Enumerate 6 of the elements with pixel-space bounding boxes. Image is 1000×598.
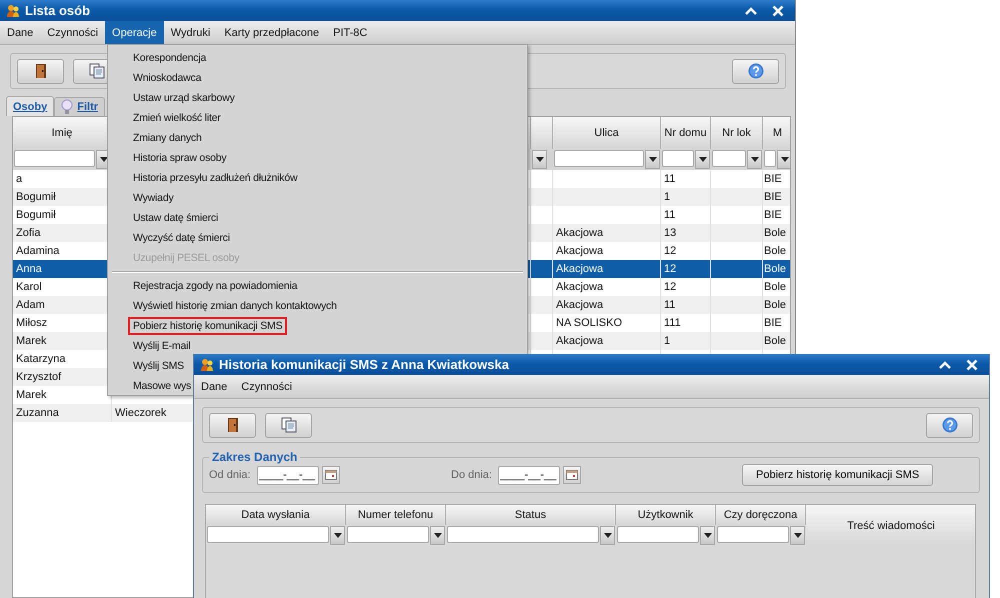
window-title: Lista osób — [25, 3, 90, 18]
table-cell: Zuzanna — [13, 404, 112, 422]
window-title: Historia komunikacji SMS z Anna Kwiatkowska — [219, 357, 509, 372]
field-label: Od dnia: — [209, 469, 251, 481]
field-label: Do dnia: — [451, 469, 492, 481]
group-title: Zakres Danych — [211, 450, 298, 464]
